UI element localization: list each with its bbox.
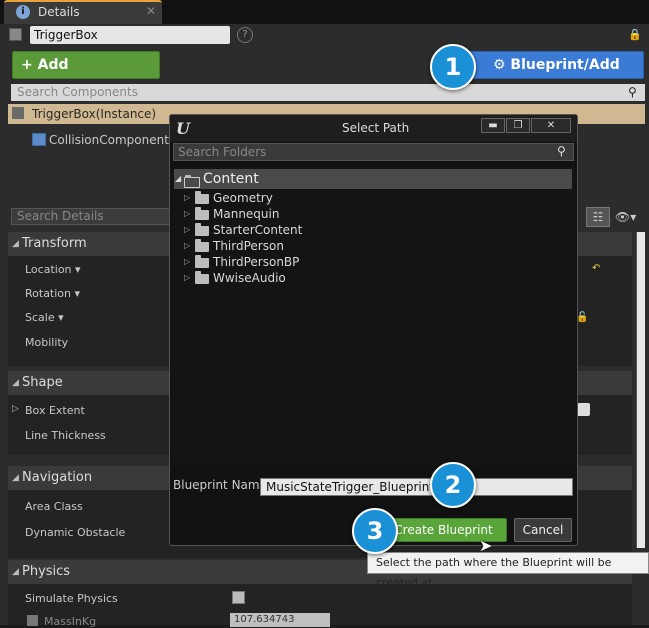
prop-mobility: Mobility — [25, 336, 69, 349]
category-label: Physics — [22, 564, 71, 579]
collapse-arrow-icon: ◢ — [12, 239, 19, 249]
collapse-arrow-icon[interactable]: ◢ — [175, 174, 181, 183]
prop-area-class: Area Class — [25, 500, 83, 513]
folder-icon — [195, 191, 209, 204]
search-icon: ⚲ — [628, 85, 637, 99]
simulate-physics-checkbox[interactable] — [232, 591, 245, 604]
lock-icon[interactable]: 🔒 — [628, 28, 642, 41]
prop-mass: MassInKg — [44, 615, 97, 628]
prop-dynamic-obstacle: Dynamic Obstacle — [25, 526, 126, 539]
reset-arrow-icon[interactable]: ↶ — [592, 263, 600, 274]
folder-icon — [195, 207, 209, 220]
prop-simulate-physics: Simulate Physics — [25, 592, 118, 605]
prop-rotation[interactable]: Rotation ▾ — [25, 287, 80, 300]
tooltip: Select the path where the Blueprint will… — [367, 552, 649, 589]
actor-name-field[interactable]: TriggerBox — [30, 26, 230, 44]
close-tab-icon[interactable]: ✕ — [146, 4, 156, 18]
folder-icon — [195, 223, 209, 236]
prop-line-thickness: Line Thickness — [25, 429, 106, 442]
collapse-arrow-icon: ◢ — [12, 567, 19, 577]
folder-label-content: Content — [203, 171, 259, 187]
collapse-arrow-icon: ◢ — [12, 473, 19, 483]
blueprint-add-script-button[interactable]: ⚙ Blueprint/Add Script — [468, 51, 644, 99]
prop-scale[interactable]: Scale ▾ — [25, 311, 64, 324]
eye-visibility-icon[interactable]: 👁▾ — [615, 210, 636, 224]
prop-box-extent[interactable]: Box Extent — [25, 404, 85, 417]
expand-arrow-icon[interactable]: ▷ — [184, 241, 190, 250]
folder-icon — [195, 239, 209, 252]
dialog-title: Select Path — [342, 121, 410, 135]
add-component-button[interactable]: + Add Component ▾ — [12, 51, 160, 99]
cancel-button[interactable]: Cancel — [514, 518, 572, 542]
blueprint-name-label: Blueprint Name — [173, 478, 267, 492]
expand-arrow-icon[interactable]: ▷ — [184, 225, 190, 234]
expand-arrow-icon[interactable]: ▷ — [12, 404, 19, 414]
mass-override-checkbox[interactable] — [27, 615, 38, 626]
open-folder-icon — [184, 175, 200, 188]
folder-label-wwiseaudio[interactable]: WwiseAudio — [213, 271, 286, 285]
folder-label-thirdperson[interactable]: ThirdPerson — [213, 239, 284, 253]
folder-icon — [195, 271, 209, 284]
folder-label-thirdpersonbp[interactable]: ThirdPersonBP — [213, 255, 299, 269]
search-details-input[interactable]: Search Details — [11, 208, 173, 225]
component-row-collision[interactable]: CollisionComponent (I — [49, 131, 181, 149]
step-badge-3: 3 — [352, 508, 398, 554]
details-icon: i — [16, 5, 30, 19]
folder-label-startercontent[interactable]: StarterContent — [213, 223, 302, 237]
step-badge-1: 1 — [430, 44, 476, 90]
expand-arrow-icon[interactable]: ▷ — [184, 193, 190, 202]
grid-view-icon[interactable]: ☷ — [586, 207, 610, 227]
search-components-input[interactable]: Search Components — [11, 84, 645, 101]
expand-arrow-icon[interactable]: ▷ — [184, 257, 190, 266]
category-label: Transform — [22, 236, 87, 251]
help-icon[interactable]: ? — [237, 27, 253, 43]
reset-icon[interactable] — [577, 403, 590, 416]
unreal-logo-icon: U — [176, 119, 190, 138]
category-label: Navigation — [22, 470, 93, 485]
folder-label-geometry[interactable]: Geometry — [213, 191, 273, 205]
step-badge-2: 2 — [430, 462, 476, 508]
close-dialog-button[interactable]: ✕ — [531, 118, 571, 133]
search-folders-input[interactable]: Search Folders — [173, 143, 574, 161]
actor-cube-icon — [9, 28, 22, 41]
collision-component-icon — [32, 133, 46, 146]
collapse-arrow-icon: ◢ — [12, 378, 19, 388]
tab-details[interactable]: i Details ✕ — [4, 0, 162, 24]
prop-location[interactable]: Location ▾ — [25, 263, 81, 276]
category-label: Shape — [22, 375, 63, 390]
maximize-button[interactable]: ❐ — [506, 118, 530, 133]
expand-arrow-icon[interactable]: ▷ — [184, 273, 190, 282]
tab-label: Details — [38, 5, 80, 19]
search-icon: ⚲ — [557, 144, 566, 158]
expand-arrow-icon[interactable]: ▷ — [184, 209, 190, 218]
blueprint-name-input[interactable]: MusicStateTrigger_Blueprint — [260, 478, 573, 496]
folder-icon — [195, 255, 209, 268]
minimize-button[interactable]: ▬ — [481, 118, 505, 133]
scrollbar-thumb[interactable] — [637, 232, 645, 548]
folder-label-mannequin[interactable]: Mannequin — [213, 207, 279, 221]
actor-icon — [12, 107, 24, 119]
